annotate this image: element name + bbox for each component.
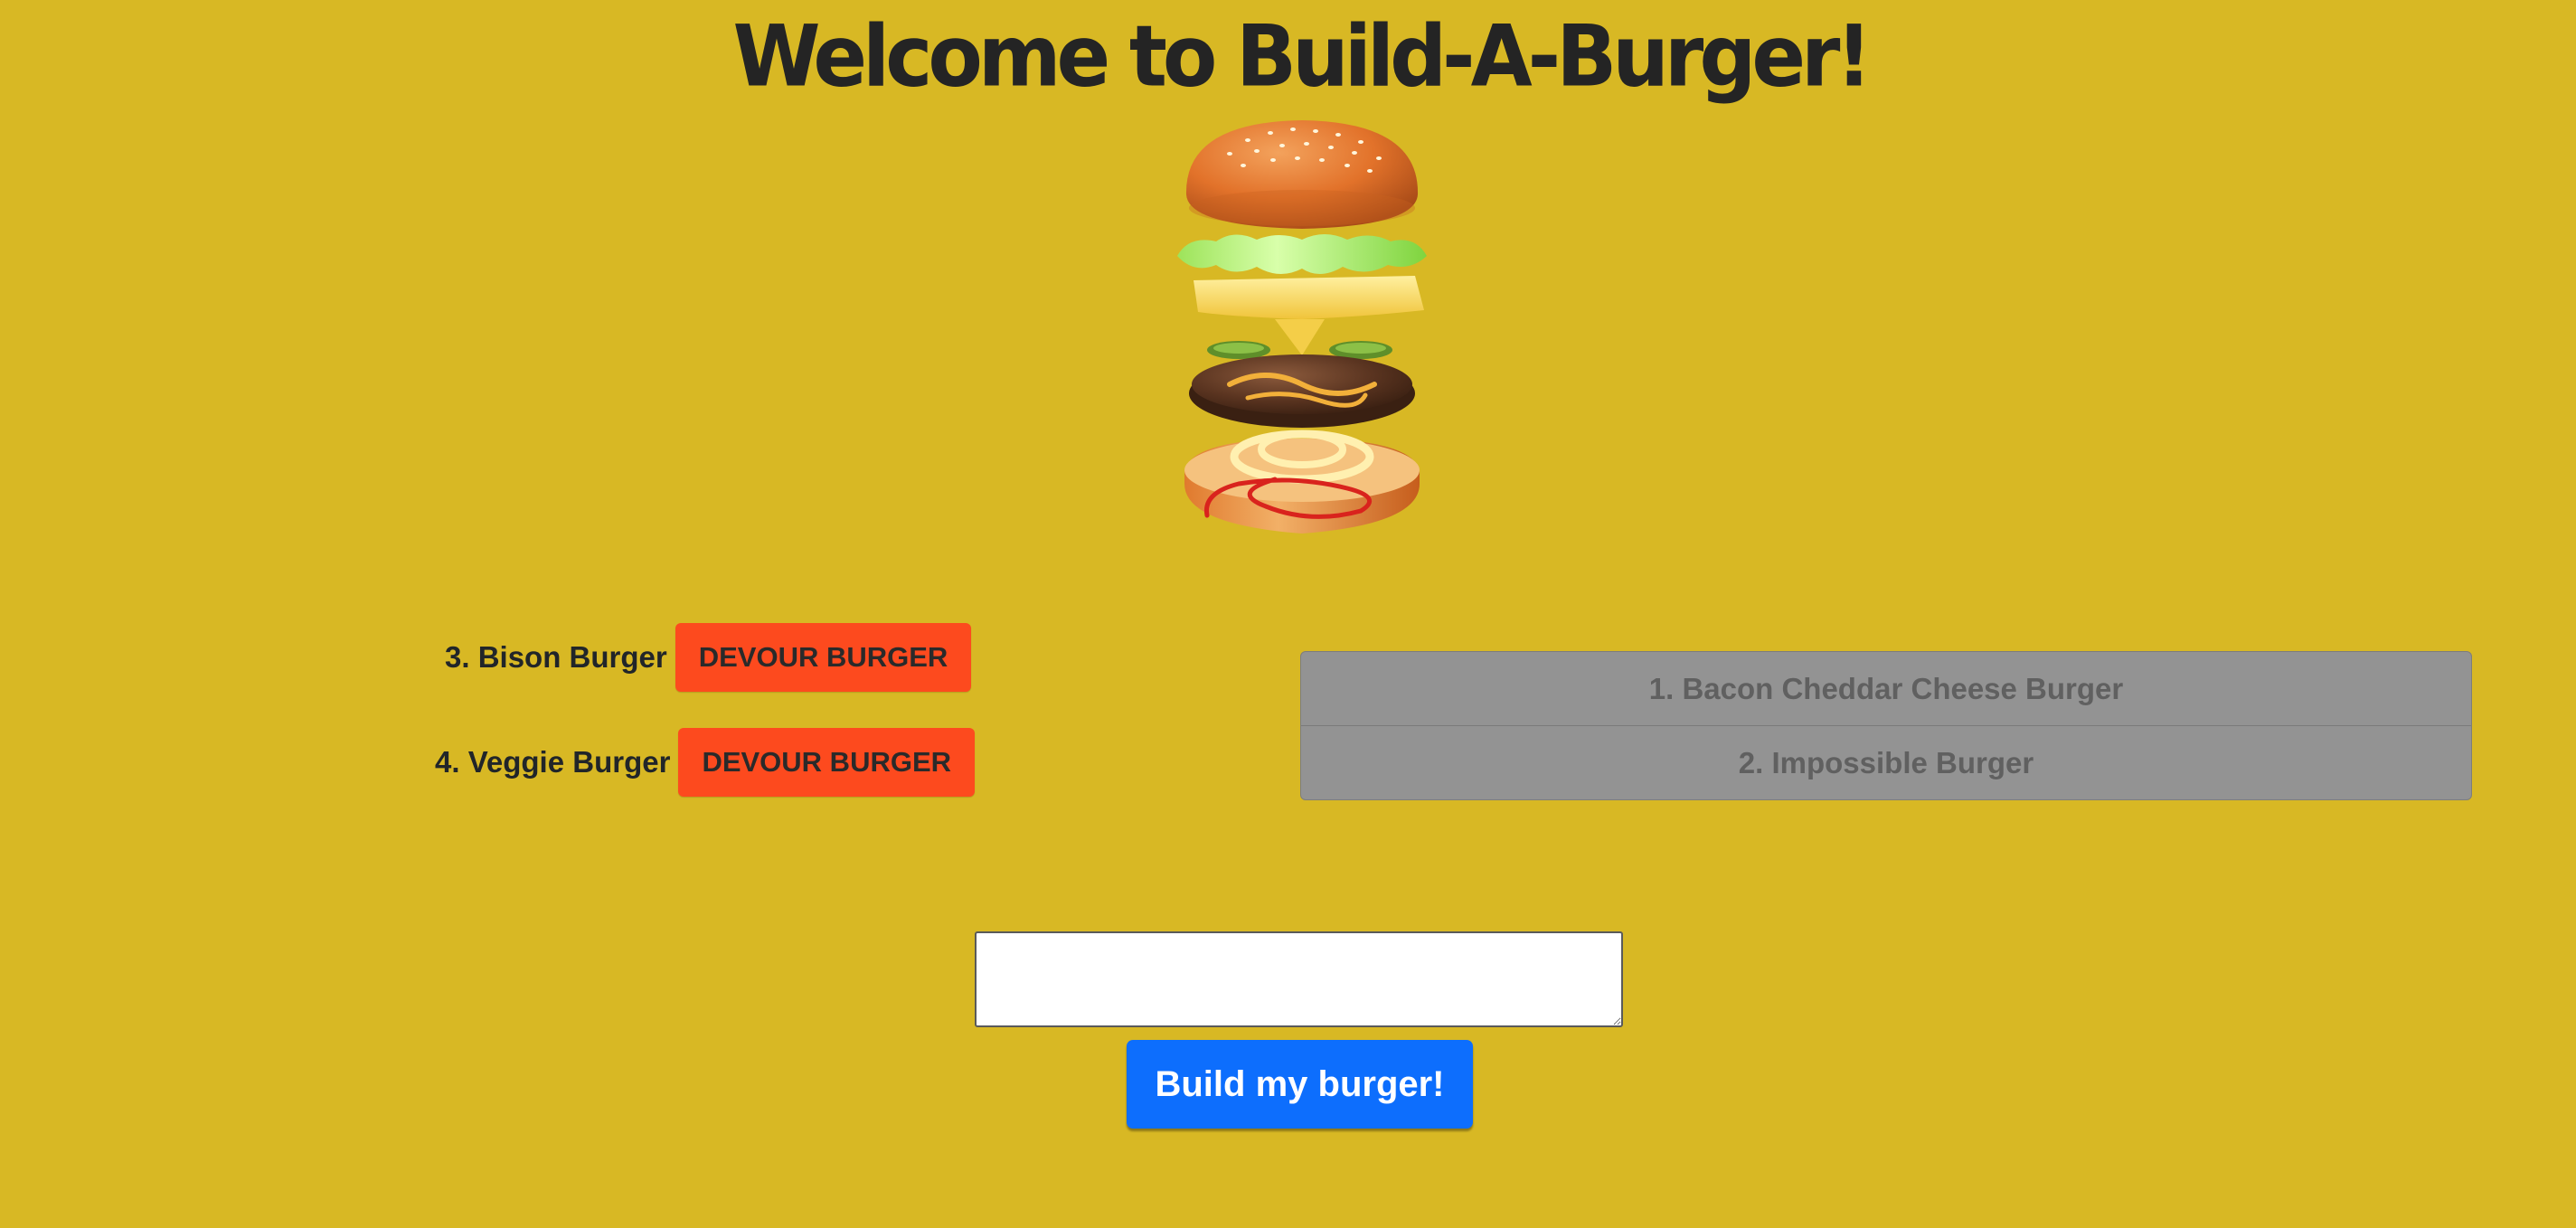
devoured-burger-item: 2. Impossible Burger (1301, 725, 2471, 799)
devoured-burger-item: 1. Bacon Cheddar Cheese Burger (1648, 672, 2124, 705)
burger-name-input[interactable] (975, 931, 1623, 1027)
page-title: Welcome to Build-A-Burger! (732, 6, 1872, 106)
burger-row: 4. Veggie Burger DEVOUR BURGER (435, 728, 976, 797)
devoured-burgers-list: 1. Bacon Cheddar Cheese Burger 2. Imposs… (1300, 651, 2472, 800)
build-burger-button[interactable]: Build my burger! (1127, 1040, 1473, 1129)
devour-burger-button[interactable]: DEVOUR BURGER (678, 728, 976, 797)
burger-name: 4. Veggie Burger (435, 745, 671, 779)
burger-row: 3. Bison Burger DEVOUR BURGER (445, 623, 972, 692)
burger-illustration (1166, 113, 1438, 565)
burger-name: 3. Bison Burger (445, 640, 667, 674)
devour-burger-button[interactable]: DEVOUR BURGER (675, 623, 972, 692)
